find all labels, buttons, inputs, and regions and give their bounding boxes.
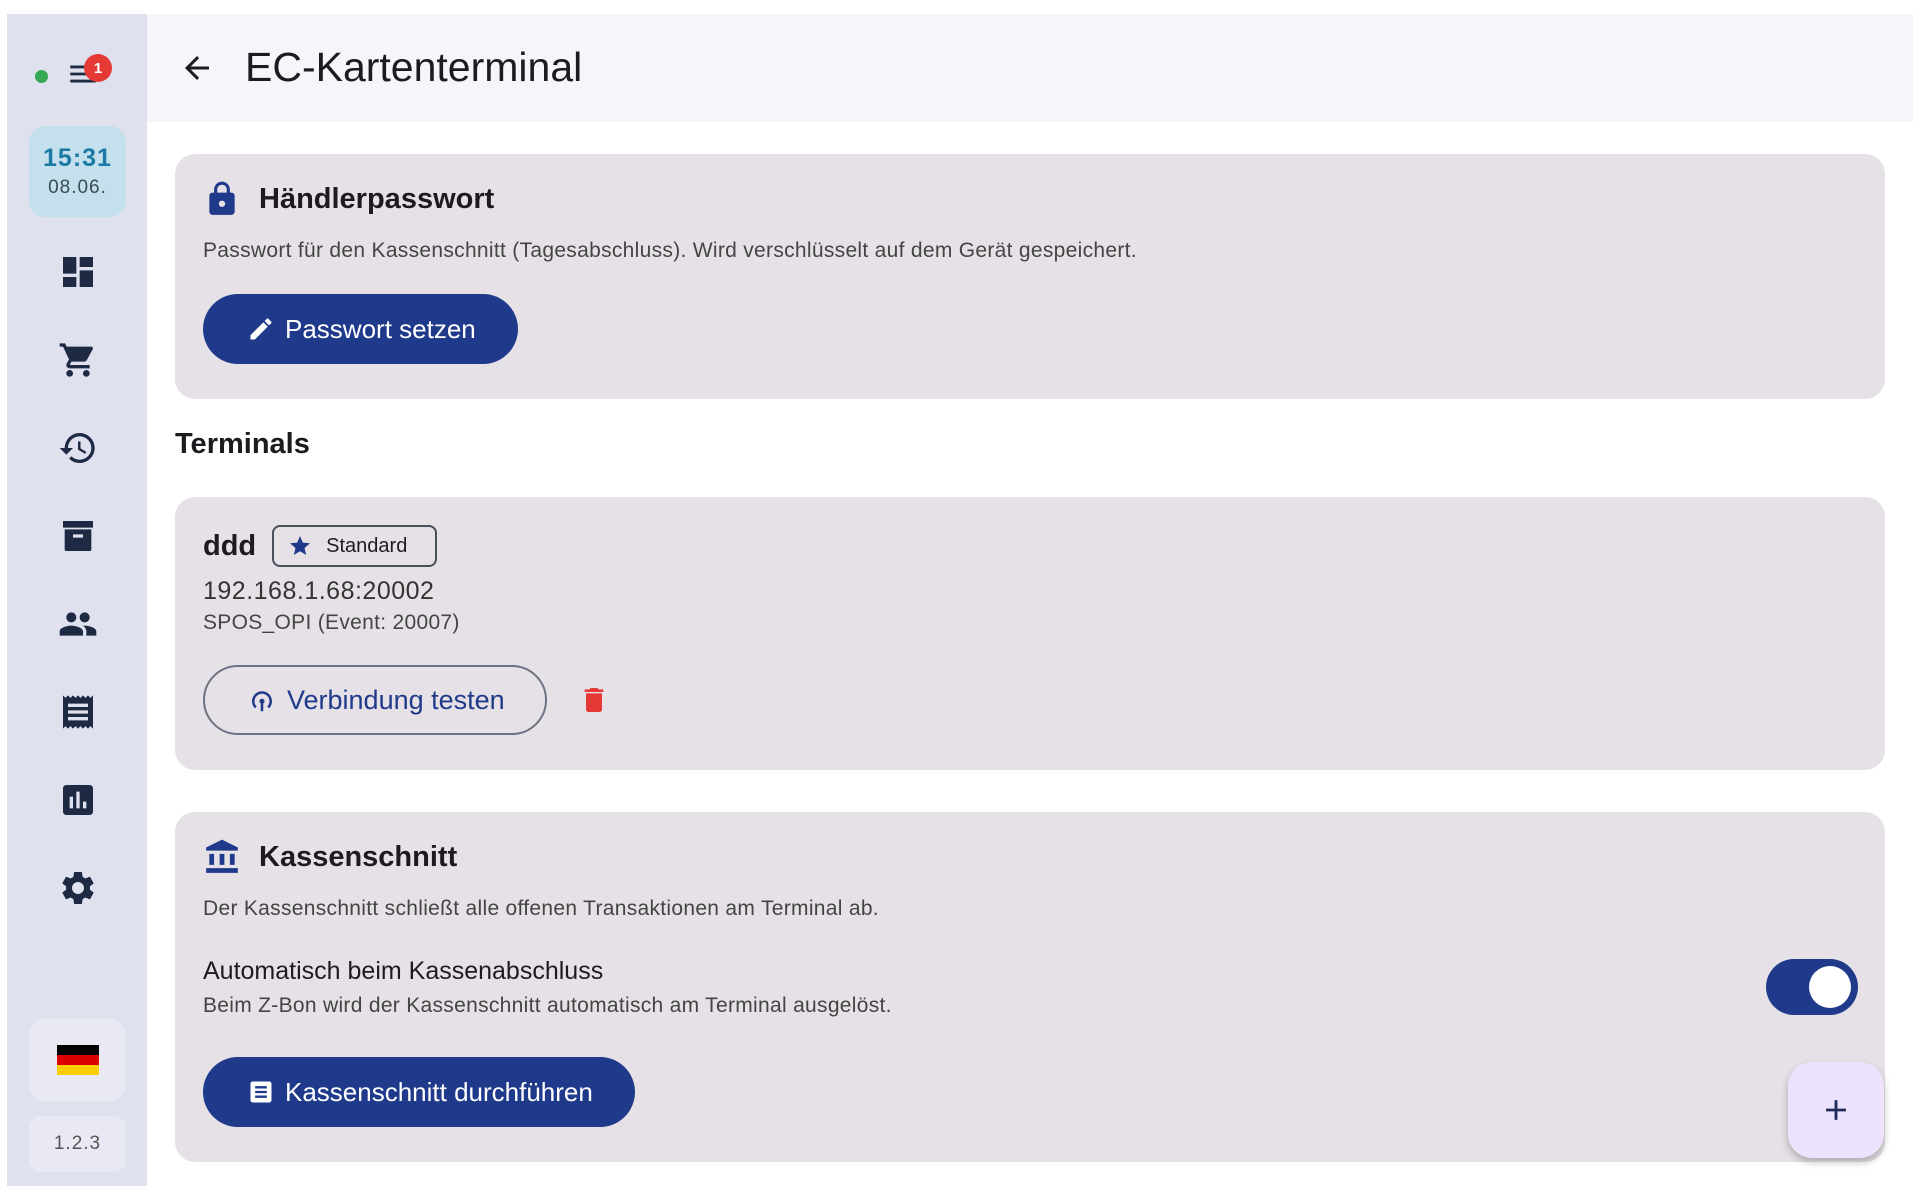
settlement-header: Kassenschnitt [203,838,457,876]
cart-icon [59,343,94,377]
nav-reports[interactable] [49,771,107,829]
settlement-card: Kassenschnitt Der Kassenschnitt schließt… [175,812,1885,1162]
nav-customers[interactable] [49,595,107,653]
online-status-dot [35,70,48,83]
nav-dashboard[interactable] [49,243,107,301]
app-version: 1.2.3 [29,1116,126,1172]
bank-icon [206,839,238,873]
terminal-header: ddd Standard [203,525,438,567]
nav-settings[interactable] [49,859,107,917]
delete-terminal-button[interactable] [570,676,618,724]
lock-icon [209,181,235,215]
chart-icon [63,785,93,815]
delete-icon [584,688,604,712]
language-button[interactable] [29,1019,126,1101]
page-title: EC-Kartenterminal [245,44,583,90]
terminal-address: 192.168.1.68:20002 [203,577,435,605]
set-password-label: Passwort setzen [285,313,476,344]
toggle-knob [1809,966,1851,1008]
test-connection-button[interactable]: Verbindung testen [203,665,547,735]
merchant-password-title: Händlerpasswort [259,182,495,215]
clock-time: 15:31 [43,144,112,172]
nav-receipts[interactable] [49,683,107,741]
settings-icon [62,872,94,904]
default-terminal-chip: Standard [272,525,438,567]
test-connection-label: Verbindung testen [287,684,505,715]
german-flag-icon [56,1045,99,1075]
add-terminal-fab[interactable] [1788,1062,1884,1158]
nav-cart[interactable] [49,331,107,389]
settlement-title: Kassenschnitt [259,840,458,873]
terminal-card: ddd Standard 192.168.1.68:20002 SPOS_OPI… [175,497,1885,770]
merchant-password-card: Händlerpasswort Passwort für den Kassens… [175,154,1885,399]
nav-archive[interactable] [49,507,107,565]
app: 1 15:31 08.06. 1.2.3 EC-Kartenterminal H… [0,0,1920,1200]
terminals-section-label: Terminals [175,428,310,460]
terminal-protocol: SPOS_OPI (Event: 20007) [203,611,460,634]
auto-settlement-toggle[interactable] [1766,959,1858,1015]
merchant-password-description: Passwort für den Kassenschnitt (Tagesabs… [203,239,1137,262]
star-icon [290,536,311,555]
auto-settlement-subtitle: Beim Z-Bon wird der Kassenschnitt automa… [203,994,892,1017]
settlement-description: Der Kassenschnitt schließt alle offenen … [203,897,879,920]
people-icon [59,612,97,636]
run-settlement-button[interactable]: Kassenschnitt durchführen [203,1057,635,1127]
terminal-name: ddd [203,529,257,562]
set-password-button[interactable]: Passwort setzen [203,294,518,364]
edit-icon [250,318,272,340]
nav-history[interactable] [49,419,107,477]
archive-icon [63,521,93,551]
wifi-tethering-icon [252,691,272,712]
receipt-long-icon [250,1081,272,1103]
clock-widget: 15:31 08.06. [29,126,126,217]
run-settlement-label: Kassenschnitt durchführen [285,1076,593,1107]
receipt-icon [63,695,93,729]
clock-date: 08.06. [48,177,107,198]
default-terminal-label: Standard [326,534,408,557]
history-icon [59,433,95,463]
notification-badge: 1 [84,54,112,82]
dashboard-icon [63,257,93,287]
top-app-bar: EC-Kartenterminal [147,14,1913,122]
merchant-password-header: Händlerpasswort [203,180,494,218]
add-icon [1826,1100,1846,1120]
back-button[interactable] [173,44,221,92]
arrow-back-icon [185,56,209,80]
sidebar: 1 15:31 08.06. 1.2.3 [7,14,147,1186]
auto-settlement-title: Automatisch beim Kassenabschluss [203,957,604,985]
